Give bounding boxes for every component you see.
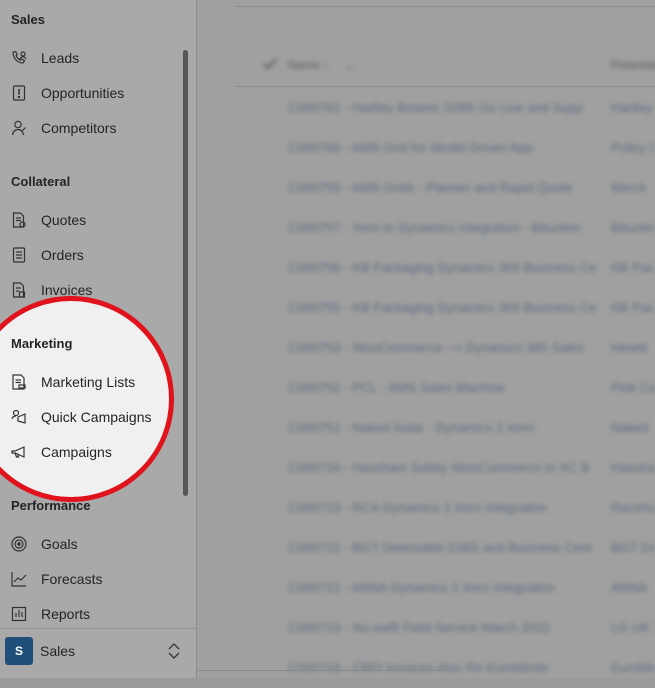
- trend-chart-icon: [10, 570, 28, 588]
- cell-name[interactable]: C000756 - KB Packaging Dynamics 365 Busi…: [288, 260, 603, 275]
- table-row[interactable]: C000751 - Naked Solar - Dynamics 2 Xero N…: [197, 408, 655, 448]
- quote-doc-icon: [10, 211, 28, 229]
- cell-secondary[interactable]: Hartley: [611, 100, 655, 115]
- sidebar-item-quotes[interactable]: Quotes: [0, 205, 180, 235]
- cell-secondary[interactable]: Euroblin: [611, 660, 655, 675]
- cell-secondary[interactable]: LG UK F: [611, 620, 655, 635]
- column-header-second[interactable]: Potential: [611, 58, 655, 72]
- cell-name[interactable]: C000752 - PCL - AMS Sales Machine: [288, 380, 603, 395]
- cell-name[interactable]: C000751 - Naked Solar - Dynamics 2 Xero: [288, 420, 603, 435]
- cell-name[interactable]: C000716 - CRFI Invoices Also Re-Euroblin…: [288, 660, 603, 675]
- cell-name[interactable]: C000753 - WooCommerce --> Dynamics 365 S…: [288, 340, 603, 355]
- main-grid-area: Name ↑ ⌄ Potential C000761 - Hartley Bot…: [197, 0, 655, 678]
- app-switcher[interactable]: S Sales: [0, 628, 196, 673]
- cell-name[interactable]: C000759 - AMS Grids - Planner and Rapid …: [288, 180, 603, 195]
- app-name: Sales: [40, 643, 76, 659]
- table-row[interactable]: C000759 - AMS Grids - Planner and Rapid …: [197, 168, 655, 208]
- invoice-doc-icon: [10, 281, 28, 299]
- cell-secondary[interactable]: KB Pack: [611, 260, 655, 275]
- quick-campaign-icon: [10, 408, 28, 426]
- table-row[interactable]: C000760 - AMS Grid for Model Driven App P…: [197, 128, 655, 168]
- sidebar-item-label: Goals: [41, 536, 78, 552]
- sidebar-item-label: Opportunities: [41, 85, 125, 101]
- sidebar-item-forecasts[interactable]: Forecasts: [0, 564, 180, 594]
- table-row[interactable]: C000721 - ANNA Dynamics 2 Xero Integrati…: [197, 568, 655, 608]
- cell-secondary[interactable]: Bitucken: [611, 220, 655, 235]
- cell-secondary[interactable]: BGT Det: [611, 540, 655, 555]
- sidebar-item-label: Forecasts: [41, 571, 103, 587]
- sidebar: Sales Leads Opportunities Competitors Co…: [0, 0, 197, 678]
- sidebar-item-label: Campaigns: [41, 444, 112, 460]
- cell-secondary[interactable]: Pink Ca: [611, 380, 655, 395]
- section-title-performance: Performance: [11, 498, 91, 513]
- sidebar-item-label: Competitors: [41, 120, 117, 136]
- person-icon: [10, 119, 28, 137]
- divider: [197, 670, 449, 671]
- section-title-marketing: Marketing: [11, 336, 73, 351]
- table-row[interactable]: C000755 - KB Packaging Dynamics 365 Busi…: [197, 288, 655, 328]
- cell-name[interactable]: C000722 - BGT Detectable D365 and Busine…: [288, 540, 603, 555]
- cell-name[interactable]: C000761 - Hartley Botanic D365 Go Live a…: [288, 100, 603, 115]
- sidebar-item-label: Reports: [41, 606, 91, 622]
- cell-secondary[interactable]: Merck: [611, 180, 655, 195]
- sidebar-scrollbar[interactable]: [183, 50, 188, 496]
- sidebar-item-opportunities[interactable]: Opportunities: [0, 78, 180, 108]
- sidebar-item-leads[interactable]: Leads: [0, 43, 180, 73]
- chevron-up-down-icon[interactable]: [166, 641, 182, 661]
- app-badge: S: [5, 637, 33, 665]
- table-row[interactable]: C000753 - WooCommerce --> Dynamics 365 S…: [197, 328, 655, 368]
- phone-person-icon: [10, 49, 28, 67]
- sidebar-item-goals[interactable]: Goals: [0, 529, 180, 559]
- cell-name[interactable]: C000724 - Hassham Safety WooCommerce to …: [288, 460, 603, 475]
- checkmark-icon[interactable]: [263, 58, 277, 73]
- sidebar-item-quick-campaigns[interactable]: Quick Campaigns: [0, 402, 180, 432]
- table-row[interactable]: C000724 - Hassham Safety WooCommerce to …: [197, 448, 655, 488]
- cell-secondary[interactable]: ANNA: [611, 580, 655, 595]
- highlight-circle: [0, 296, 174, 502]
- sidebar-item-label: Leads: [41, 50, 80, 66]
- marketing-list-icon: [10, 373, 28, 391]
- order-doc-icon: [10, 246, 28, 264]
- cell-name[interactable]: C000719 - Nu-swift Field Service March 2…: [288, 620, 603, 635]
- sidebar-item-label: Marketing Lists: [41, 374, 136, 390]
- cell-secondary[interactable]: Hassham: [611, 460, 655, 475]
- exclamation-doc-icon: [10, 84, 28, 102]
- table-row[interactable]: C000757 - Xero to Dynamics Integration -…: [197, 208, 655, 248]
- target-icon: [10, 535, 28, 553]
- sidebar-item-campaigns[interactable]: Campaigns: [0, 437, 180, 467]
- table-row[interactable]: C000756 - KB Packaging Dynamics 365 Busi…: [197, 248, 655, 288]
- cell-name[interactable]: C000721 - ANNA Dynamics 2 Xero Integrati…: [288, 580, 603, 595]
- cell-name[interactable]: C000755 - KB Packaging Dynamics 365 Busi…: [288, 300, 603, 315]
- sidebar-item-label: Quick Campaigns: [41, 409, 152, 425]
- chevron-down-icon[interactable]: ⌄: [345, 58, 355, 72]
- table-row[interactable]: C000722 - BGT Detectable D365 and Busine…: [197, 528, 655, 568]
- table-row[interactable]: C000716 - CRFI Invoices Also Re-Euroblin…: [197, 648, 655, 688]
- section-title-sales: Sales: [11, 12, 45, 27]
- sidebar-item-reports[interactable]: Reports: [0, 599, 180, 629]
- megaphone-icon: [10, 443, 28, 461]
- cell-secondary[interactable]: Hewitt: [611, 340, 655, 355]
- section-title-collateral: Collateral: [11, 174, 71, 189]
- table-row[interactable]: C000723 - RCA Dynamics 2 Xero Integratio…: [197, 488, 655, 528]
- cell-secondary[interactable]: Policy G: [611, 140, 655, 155]
- sidebar-item-orders[interactable]: Orders: [0, 240, 180, 270]
- divider: [235, 86, 655, 87]
- cell-name[interactable]: C000760 - AMS Grid for Model Driven App: [288, 140, 603, 155]
- table-row[interactable]: C000719 - Nu-swift Field Service March 2…: [197, 608, 655, 648]
- column-header-name[interactable]: Name ↑: [288, 58, 329, 72]
- sidebar-item-label: Orders: [41, 247, 84, 263]
- cell-secondary[interactable]: Naked: [611, 420, 655, 435]
- cell-secondary[interactable]: Racehor: [611, 500, 655, 515]
- cell-secondary[interactable]: KB Pack: [611, 300, 655, 315]
- cell-name[interactable]: C000723 - RCA Dynamics 2 Xero Integratio…: [288, 500, 603, 515]
- cell-name[interactable]: C000757 - Xero to Dynamics Integration -…: [288, 220, 603, 235]
- sidebar-item-competitors[interactable]: Competitors: [0, 113, 180, 143]
- table-row[interactable]: C000761 - Hartley Botanic D365 Go Live a…: [197, 88, 655, 128]
- report-icon: [10, 605, 28, 623]
- divider: [235, 6, 655, 7]
- sidebar-item-marketing-lists[interactable]: Marketing Lists: [0, 367, 180, 397]
- table-row[interactable]: C000752 - PCL - AMS Sales Machine Pink Ca: [197, 368, 655, 408]
- sidebar-item-label: Quotes: [41, 212, 87, 228]
